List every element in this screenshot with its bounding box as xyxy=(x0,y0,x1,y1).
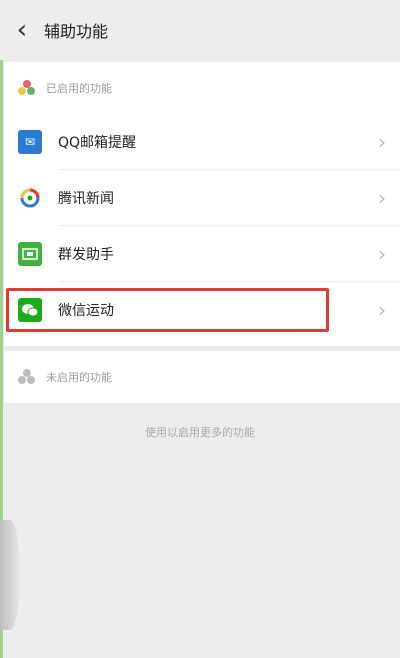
feature-item-tencent-news[interactable]: 腾讯新闻 › xyxy=(4,170,400,226)
feature-item-broadcast-helper[interactable]: 群发助手 › xyxy=(4,226,400,282)
feature-label: QQ邮箱提醒 xyxy=(58,135,137,151)
chevron-right-icon: › xyxy=(378,186,386,210)
news-icon xyxy=(18,186,42,210)
feature-label: 腾讯新闻 xyxy=(58,191,114,207)
enabled-section-header: 已启用的功能 xyxy=(4,62,400,114)
chevron-right-icon: › xyxy=(378,130,386,154)
feature-item-qq-mail[interactable]: ✉ QQ邮箱提醒 › xyxy=(4,114,400,170)
nav-header: ‹ 辅助功能 xyxy=(0,0,400,60)
disabled-cluster-icon xyxy=(18,369,36,385)
back-button[interactable]: ‹ xyxy=(0,0,44,60)
disabled-section-header: 未启用的功能 xyxy=(4,351,400,403)
broadcast-icon xyxy=(18,242,42,266)
highlight-box xyxy=(6,288,329,332)
disabled-section-label: 未启用的功能 xyxy=(46,371,112,384)
decorative-shape xyxy=(0,520,20,630)
chevron-right-icon: › xyxy=(378,242,386,266)
enabled-cluster-icon xyxy=(18,80,36,96)
page-title: 辅助功能 xyxy=(44,22,109,41)
feature-label: 群发助手 xyxy=(58,247,114,263)
disabled-features-section: 未启用的功能 xyxy=(4,351,400,403)
chevron-left-icon: ‹ xyxy=(16,15,28,45)
hint-text: 使用以启用更多的功能 xyxy=(145,426,255,439)
chevron-right-icon: › xyxy=(378,298,386,322)
enabled-section-label: 已启用的功能 xyxy=(46,82,112,95)
mail-icon: ✉ xyxy=(18,130,42,154)
